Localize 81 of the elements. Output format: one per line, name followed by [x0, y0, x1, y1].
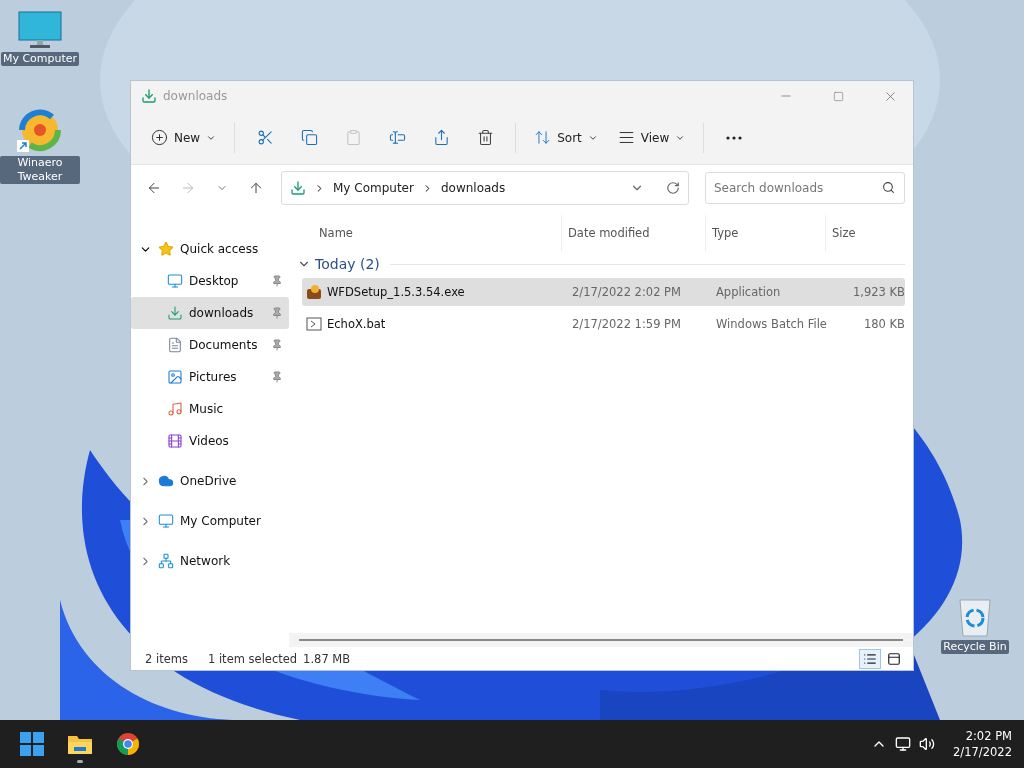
details-view-icon	[863, 651, 877, 666]
sidebar-item[interactable]: Desktop	[131, 265, 289, 297]
selection-info: 1 item selected	[207, 651, 298, 666]
sidebar-item[interactable]: My Computer	[131, 505, 289, 537]
address-bar[interactable]: My Computer downloads	[281, 171, 689, 205]
column-header[interactable]: Date modified	[561, 215, 705, 251]
rename-icon	[388, 129, 406, 146]
film-icon	[167, 433, 183, 449]
download-icon	[167, 305, 183, 321]
scrollbar[interactable]	[289, 633, 913, 647]
sidebar-item[interactable]: Network	[131, 545, 289, 577]
table-cell-text: 2/17/2022 1:59 PM	[571, 317, 682, 331]
sidebar-item[interactable]: Documents	[131, 329, 289, 361]
file-row[interactable]: EchoX.bat 2/17/2022 1:59 PM Windows Batch File 180 KB	[302, 310, 905, 338]
star-icon	[158, 241, 174, 257]
sidebar-item[interactable]: Pictures	[131, 361, 289, 393]
music-icon	[167, 401, 183, 417]
sort-button[interactable]: Sort	[526, 120, 606, 155]
trash-icon	[476, 129, 494, 146]
search-icon	[882, 181, 895, 194]
view-toggle[interactable]	[859, 648, 881, 669]
file-row[interactable]: WFDSetup_1.5.3.54.exe 2/17/2022 2:02 PM Application 1,923 KB	[302, 278, 905, 306]
clock-time[interactable]: 2:02 PM	[965, 728, 1012, 744]
new-button[interactable]: New	[143, 120, 225, 155]
desktop-icon-label[interactable]: Recycle Bin	[941, 640, 1009, 654]
clipboard-icon	[344, 129, 362, 146]
file-name: WFDSetup_1.5.3.54.exe	[327, 285, 465, 299]
sort-arrows-icon	[534, 129, 552, 146]
script-file-icon	[306, 316, 322, 332]
monitor-icon	[158, 513, 174, 529]
table-cell-text: Windows Batch File	[715, 317, 828, 331]
package-icon	[306, 284, 322, 300]
table-cell-text: 180 KB	[862, 317, 905, 331]
item-count: 2 items	[145, 651, 188, 666]
forward-arrow-icon	[180, 180, 196, 196]
plus-circle-icon	[151, 129, 168, 146]
lines-icon	[617, 129, 635, 146]
table-cell-text: 1,923 KB	[852, 285, 905, 299]
download-icon	[141, 88, 157, 104]
swirl-icon	[16, 108, 64, 154]
sidebar-item[interactable]: OneDrive	[131, 465, 289, 497]
clock-date[interactable]: 2/17/2022	[953, 744, 1012, 760]
column-header[interactable]: Size	[825, 215, 905, 251]
breadcrumb[interactable]: downloads	[440, 181, 506, 195]
cloud-icon	[158, 473, 174, 489]
sidebar-item[interactable]: Music	[131, 393, 289, 425]
column-header[interactable]: Name	[297, 215, 561, 251]
windows-logo-icon	[20, 732, 44, 756]
image-icon	[167, 369, 183, 385]
document-icon	[167, 337, 183, 353]
maximize-icon	[832, 90, 844, 102]
sidebar-item[interactable]: Videos	[131, 425, 289, 457]
table-cell-text: 2/17/2022 2:02 PM	[571, 285, 682, 299]
column-header[interactable]: Type	[705, 215, 825, 251]
share-icon	[432, 129, 450, 146]
file-name: EchoX.bat	[327, 317, 386, 331]
monitor-icon	[18, 10, 62, 50]
desktop-icon-label[interactable]: My Computer	[0, 52, 80, 66]
download-icon	[290, 180, 306, 196]
more-icon	[726, 135, 743, 140]
chrome-icon	[116, 732, 140, 756]
group-header[interactable]: Today (2)	[315, 256, 380, 272]
scissors-icon	[256, 129, 274, 146]
selection-size: 1.87 MB	[303, 651, 351, 666]
recycle-bin-icon	[957, 596, 993, 638]
tiles-view-icon	[887, 651, 901, 666]
desktop-icon-label[interactable]: Winaero Tweaker	[0, 156, 80, 184]
speaker-icon[interactable]	[919, 736, 936, 752]
sidebar-item[interactable]: Quick access	[131, 233, 289, 265]
sidebar-item[interactable]: downloads	[131, 297, 289, 329]
folder-icon	[67, 733, 93, 755]
monitor-icon[interactable]	[895, 736, 912, 752]
copy-icon	[300, 129, 318, 146]
window-title: downloads	[163, 89, 229, 103]
monitor-icon	[167, 273, 183, 289]
view-button[interactable]: View	[609, 120, 694, 155]
search-field[interactable]: Search downloads	[705, 172, 905, 204]
table-cell-text: Application	[715, 285, 782, 299]
breadcrumb[interactable]: My Computer	[333, 181, 414, 195]
network-icon	[158, 553, 174, 569]
refresh-icon[interactable]	[666, 181, 680, 195]
